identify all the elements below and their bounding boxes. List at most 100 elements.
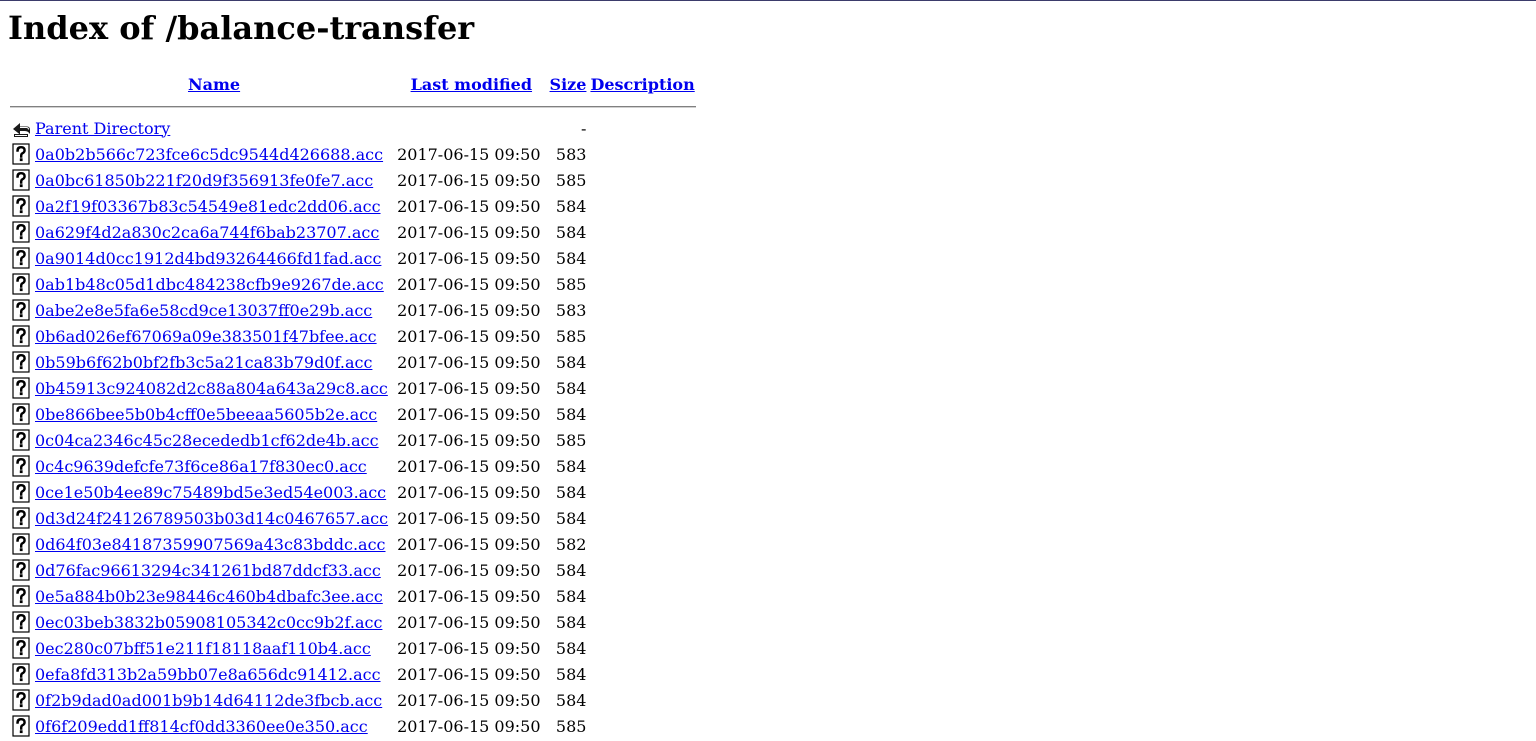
file-row: 0a0b2b566c723fce6c5dc9544d426688.acc 2017… [10, 142, 696, 166]
file-description [589, 272, 695, 296]
file-description [589, 714, 695, 738]
file-last-modified: 2017-06-15 09:50 [397, 404, 541, 424]
file-description [589, 506, 695, 530]
file-last-modified: 2017-06-15 09:50 [397, 586, 541, 606]
sort-by-name-link[interactable]: Name [188, 75, 240, 94]
file-description [589, 350, 695, 374]
file-link[interactable]: 0d76fac96613294c341261bd87ddcf33.acc [35, 561, 381, 580]
file-size: 584 [555, 612, 587, 632]
file-description [589, 610, 695, 634]
file-link[interactable]: 0be866bee5b0b4cff0e5beeaa5605b2e.acc [35, 405, 377, 424]
file-last-modified: 2017-06-15 09:50 [397, 508, 541, 528]
file-link[interactable]: 0d3d24f24126789503b03d14c0467657.acc [35, 509, 388, 528]
file-link[interactable]: 0a2f19f03367b83c54549e81edc2dd06.acc [35, 197, 381, 216]
file-size: 584 [555, 378, 587, 398]
file-link[interactable]: 0efa8fd313b2a59bb07e8a656dc91412.acc [35, 665, 381, 684]
file-size: 584 [555, 352, 587, 372]
file-description [589, 194, 695, 218]
file-size: 584 [555, 248, 587, 268]
file-row: 0b6ad026ef67069a09e383501f47bfee.acc 2017… [10, 324, 696, 348]
last-modified-column-header: Last modified [396, 72, 546, 94]
file-last-modified: 2017-06-15 09:50 [397, 144, 541, 164]
file-size: 584 [555, 222, 587, 242]
file-row: 0d76fac96613294c341261bd87ddcf33.acc 2017… [10, 558, 696, 582]
file-link[interactable]: 0b6ad026ef67069a09e383501f47bfee.acc [35, 327, 377, 346]
unknown-file-icon [11, 169, 31, 191]
file-row: 0a9014d0cc1912d4bd93264466fd1fad.acc 2017… [10, 246, 696, 270]
unknown-file-icon [11, 455, 31, 477]
file-description [589, 454, 695, 478]
page-content: Index of /balance-transfer Name Last mod… [8, 8, 698, 740]
file-description [589, 636, 695, 660]
file-row: 0ce1e50b4ee89c75489bd5e3ed54e003.acc 2017… [10, 480, 696, 504]
unknown-file-icon [11, 325, 31, 347]
file-link[interactable]: 0b45913c924082d2c88a804a643a29c8.acc [35, 379, 388, 398]
back-arrow-icon [11, 117, 31, 139]
file-description [589, 402, 695, 426]
parent-directory-row: Parent Directory - [10, 116, 696, 140]
unknown-file-icon [11, 221, 31, 243]
file-link[interactable]: 0ab1b48c05d1dbc484238cfb9e9267de.acc [35, 275, 384, 294]
parent-directory-link[interactable]: Parent Directory [35, 119, 170, 138]
file-link[interactable]: 0b59b6f62b0bf2fb3c5a21ca83b79d0f.acc [35, 353, 372, 372]
file-link[interactable]: 0ec280c07bff51e211f18118aaf110b4.acc [35, 639, 371, 658]
file-size: 584 [555, 560, 587, 580]
sort-by-size-link[interactable]: Size [550, 75, 587, 94]
file-link[interactable]: 0a0b2b566c723fce6c5dc9544d426688.acc [35, 145, 383, 164]
file-description [589, 480, 695, 504]
file-link[interactable]: 0abe2e8e5fa6e58cd9ce13037ff0e29b.acc [35, 301, 372, 320]
unknown-file-icon [11, 351, 31, 373]
file-last-modified: 2017-06-15 09:50 [397, 456, 541, 476]
file-link[interactable]: 0a9014d0cc1912d4bd93264466fd1fad.acc [35, 249, 381, 268]
file-link[interactable]: 0ec03beb3832b05908105342c0cc9b2f.acc [35, 613, 382, 632]
file-link[interactable]: 0a0bc61850b221f20d9f356913fe0fe7.acc [35, 171, 373, 190]
file-row: 0c4c9639defcfe73f6ce86a17f830ec0.acc 2017… [10, 454, 696, 478]
file-last-modified: 2017-06-15 09:50 [397, 534, 541, 554]
file-last-modified: 2017-06-15 09:50 [397, 430, 541, 450]
sort-by-last-modified-link[interactable]: Last modified [411, 75, 532, 94]
header-row: Name Last modified Size Description [10, 72, 696, 94]
file-last-modified: 2017-06-15 09:50 [397, 638, 541, 658]
file-last-modified: 2017-06-15 09:50 [397, 612, 541, 632]
unknown-file-icon [11, 663, 31, 685]
unknown-file-icon [11, 481, 31, 503]
file-link[interactable]: 0f2b9dad0ad001b9b14d64112de3fbcb.acc [35, 691, 382, 710]
file-description [589, 246, 695, 270]
file-size: 582 [555, 534, 587, 554]
file-link[interactable]: 0ce1e50b4ee89c75489bd5e3ed54e003.acc [35, 483, 386, 502]
unknown-file-icon [11, 559, 31, 581]
file-description [589, 142, 695, 166]
file-link[interactable]: 0d64f03e84187359907569a43c83bddc.acc [35, 535, 386, 554]
file-last-modified: 2017-06-15 09:50 [397, 482, 541, 502]
file-size: 585 [555, 430, 587, 450]
file-row: 0a0bc61850b221f20d9f356913fe0fe7.acc 2017… [10, 168, 696, 192]
unknown-file-icon [11, 507, 31, 529]
file-description [589, 298, 695, 322]
file-last-modified: 2017-06-15 09:50 [397, 352, 541, 372]
file-description [589, 324, 695, 348]
unknown-file-icon [11, 377, 31, 399]
file-link[interactable]: 0c04ca2346c45c28ecededb1cf62de4b.acc [35, 431, 379, 450]
file-link[interactable]: 0a629f4d2a830c2ca6a744f6bab23707.acc [35, 223, 379, 242]
file-description [589, 220, 695, 244]
unknown-file-icon [11, 611, 31, 633]
unknown-file-icon [11, 429, 31, 451]
file-size: 584 [555, 196, 587, 216]
unknown-file-icon [11, 143, 31, 165]
file-link[interactable]: 0e5a884b0b23e98446c460b4dbafc3ee.acc [35, 587, 383, 606]
file-row: 0ec03beb3832b05908105342c0cc9b2f.acc 2017… [10, 610, 696, 634]
file-row: 0abe2e8e5fa6e58cd9ce13037ff0e29b.acc 2017… [10, 298, 696, 322]
file-link[interactable]: 0f6f209edd1ff814cf0dd3360ee0e350.acc [35, 717, 368, 736]
file-row: 0d64f03e84187359907569a43c83bddc.acc 2017… [10, 532, 696, 556]
listing-body: Parent Directory - 0a0b2b566c723fce6c5dc… [10, 116, 696, 738]
file-size: 585 [555, 326, 587, 346]
file-row: 0c04ca2346c45c28ecededb1cf62de4b.acc 2017… [10, 428, 696, 452]
file-last-modified: 2017-06-15 09:50 [397, 248, 541, 268]
file-size: 585 [555, 274, 587, 294]
file-link[interactable]: 0c4c9639defcfe73f6ce86a17f830ec0.acc [35, 457, 367, 476]
sort-by-description-link[interactable]: Description [590, 75, 694, 94]
unknown-file-icon [11, 715, 31, 737]
unknown-file-icon [11, 403, 31, 425]
file-last-modified: 2017-06-15 09:50 [397, 378, 541, 398]
file-row: 0be866bee5b0b4cff0e5beeaa5605b2e.acc 2017… [10, 402, 696, 426]
